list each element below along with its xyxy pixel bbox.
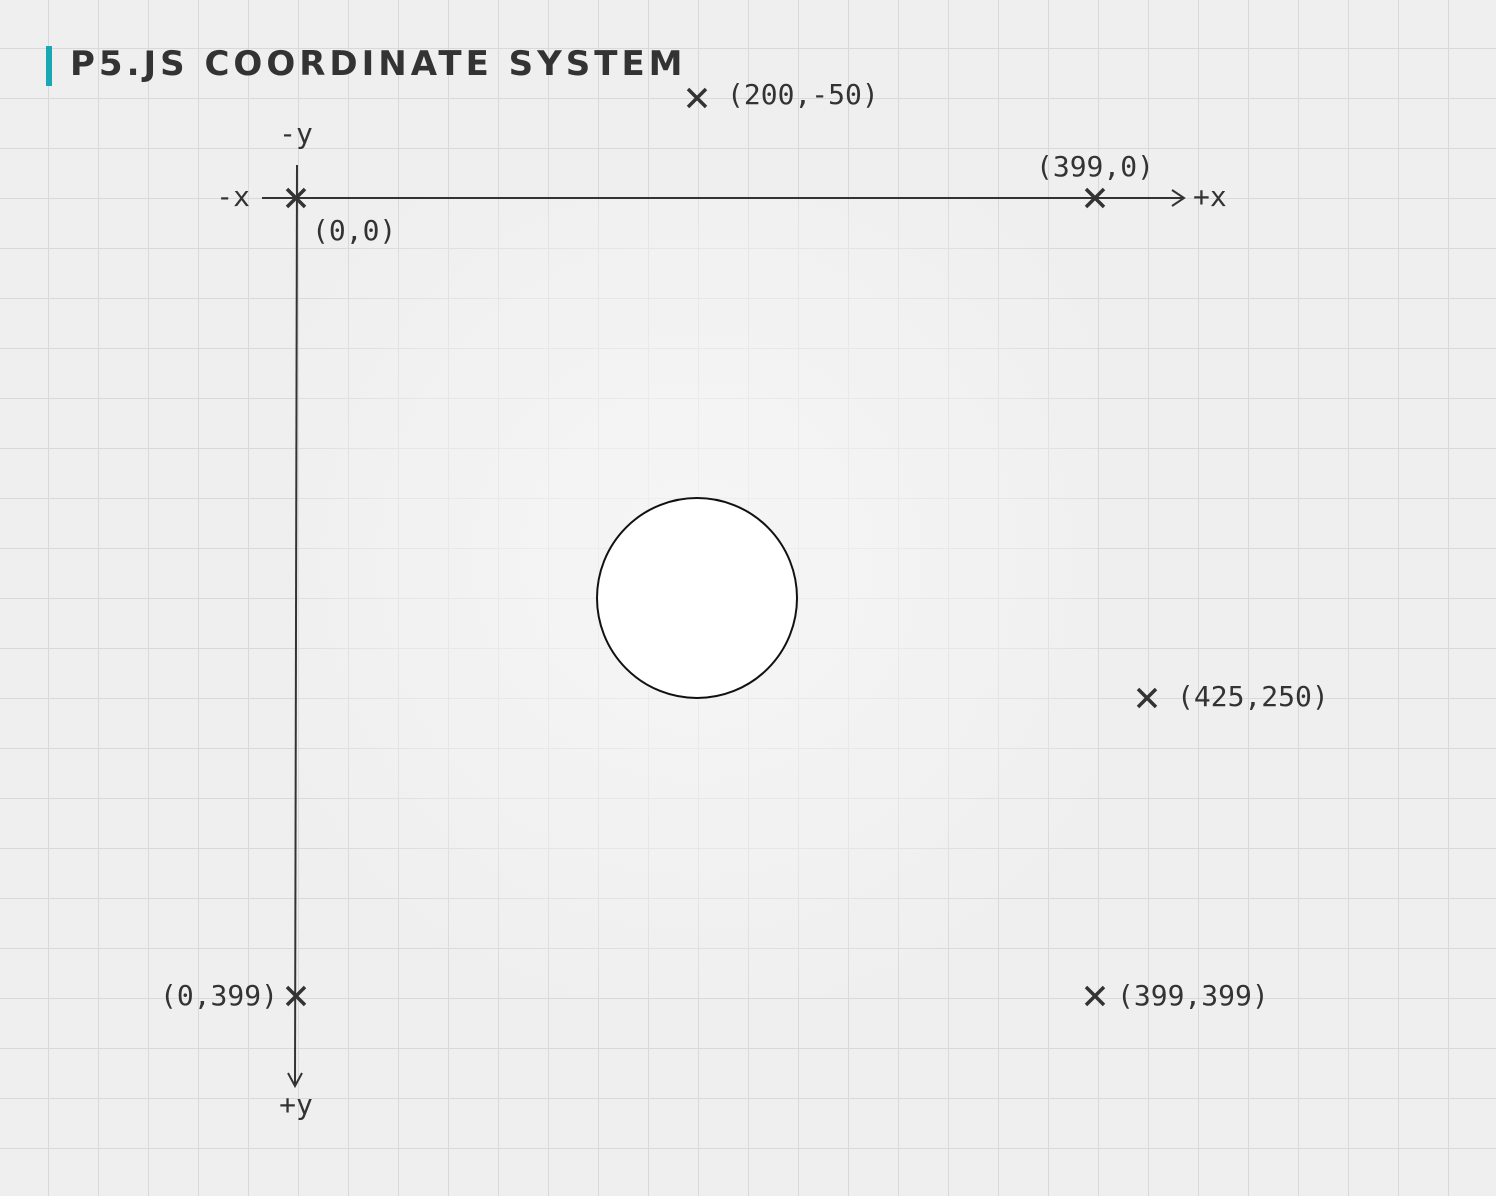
- neg-y-label: -y: [279, 117, 313, 150]
- point-above-canvas-label: (200,-50): [727, 78, 879, 111]
- point-bottom-left-label: (0,399): [160, 979, 278, 1012]
- point-bottom-right-label: (399,399): [1117, 979, 1269, 1012]
- pos-y-label: +y: [279, 1088, 313, 1121]
- point-bottom-right-x-mark-icon: [1084, 985, 1106, 1007]
- pos-x-label: +x: [1193, 180, 1227, 213]
- point-right-of-canvas-x-mark-icon: [1136, 687, 1158, 709]
- point-top-right-label: (399,0): [1036, 150, 1154, 183]
- circle-shape: [596, 497, 798, 699]
- y-axis-line: [294, 164, 298, 1087]
- coordinate-diagram: -x +x -y +y (0,0) (399,0) (0,399) (399,399)…: [160, 78, 1329, 1121]
- point-origin-label: (0,0): [312, 214, 396, 247]
- point-above-canvas-x-mark-icon: [686, 87, 708, 109]
- point-right-of-canvas-label: (425,250): [1177, 680, 1329, 713]
- neg-x-label: -x: [216, 180, 250, 213]
